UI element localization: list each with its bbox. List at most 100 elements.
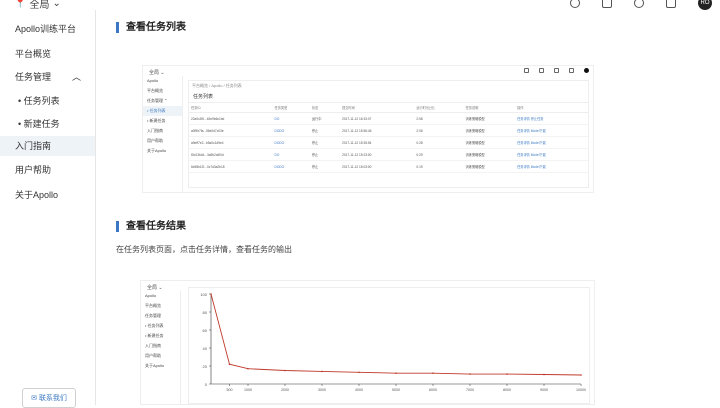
x-tick-label: 1000 xyxy=(244,388,252,392)
mini-table-cell: 2017-11-12 15:56:46 xyxy=(340,124,415,137)
mini-side-item: 用户帮助 xyxy=(147,138,163,143)
mini-table-header: 任务ID xyxy=(189,103,273,113)
chevron-up-icon: ︿ xyxy=(71,72,81,82)
mini-side-item: 关于Apollo xyxy=(147,148,167,153)
sidebar-item-about[interactable]: 关于Apollo xyxy=(0,185,95,205)
data-point xyxy=(358,371,360,374)
mini-toolbar xyxy=(524,68,589,73)
mini-table-cell: 训练策略模型 xyxy=(463,136,516,149)
message-icon[interactable] xyxy=(634,0,644,8)
mini-table-row: 22a0c3f0...b3e9b6c1bd DO 运行中 2017-11-12 16:… xyxy=(189,112,588,125)
mini-table-cell: 0:19 xyxy=(414,160,464,173)
sidebar-item-overview[interactable]: 平台概览 xyxy=(0,44,95,64)
mini-side-item-active: • 任务列表 xyxy=(143,106,182,116)
sidebar-item-new-task[interactable]: • 新建任务 xyxy=(0,114,95,134)
mini-action-link: Model下载 xyxy=(529,141,546,145)
main-content: 查看任务列表 全局 ⌄ Apollo 平台概览 任务管理 ⌃ • 任务列表 • … xyxy=(96,10,720,405)
mini-table-actions: 任务详情 Model下载 xyxy=(515,160,588,173)
mini-side-item: 平台概览 xyxy=(145,303,161,308)
mini-action-link: 任务详情 xyxy=(517,153,530,157)
mini-table-cell: 6e58b1f2...0c7d3a2b18 xyxy=(189,160,273,173)
export-icon[interactable] xyxy=(666,0,676,8)
mini-sidebar: Apollo 平台概览 任务管理 ⌃ • 任务列表 • 新建任务 入门指南 用户… xyxy=(143,76,183,192)
sidebar-title[interactable]: Apollo训练平台 xyxy=(0,19,95,39)
mini-table-actions: 任务详情 停止任务 xyxy=(515,112,588,125)
sidebar-item-task-list[interactable]: • 任务列表 xyxy=(0,91,95,111)
loss-chart-container: 0 20 40 60 80 100 500 1000 2000 3000 4000 5000 6000 7… xyxy=(188,287,590,404)
mini-table-cell: 2017-11-12 15:03:00 xyxy=(340,160,415,173)
mini-message-icon xyxy=(554,68,559,73)
data-point xyxy=(469,373,471,375)
mini-table-cell: f0d13b4d...3a9b2c6f0d xyxy=(189,148,273,161)
mini-task-table: 任务ID 任务类型 状态 提交时间 运行时长(分) 任务说明 操作 22a0c3f0...b… xyxy=(189,103,588,173)
mini-export-icon xyxy=(569,68,574,73)
mini-table-cell: 训练策略模型 xyxy=(463,112,516,125)
mini-action-link: 任务详情 xyxy=(517,117,530,121)
mini-table-cell: DO xyxy=(272,112,310,125)
mini-document-icon xyxy=(539,68,544,73)
x-tick-label: 500 xyxy=(227,388,233,392)
mini-side-item: 用户帮助 xyxy=(145,353,161,358)
x-tick-label: 9000 xyxy=(540,388,548,392)
mini-table-cell: 训练策略模型 xyxy=(463,160,516,173)
mail-icon: ✉ xyxy=(31,395,37,402)
data-point xyxy=(284,369,286,372)
mini-action-link: Model下载 xyxy=(529,165,546,169)
x-tick-label: 2000 xyxy=(281,388,289,392)
mini-action-link: Model下载 xyxy=(529,129,546,133)
mini-table-cell: 运行中 xyxy=(309,112,341,125)
search-icon[interactable] xyxy=(570,0,580,8)
x-tick-label: 4000 xyxy=(355,388,363,392)
mini-region-label: 全局 ⌄ xyxy=(149,70,165,76)
y-tick-label: 20 xyxy=(203,364,208,369)
mini-table-cell: 停止 xyxy=(309,124,341,137)
mini-table-header: 运行时长(分) xyxy=(414,103,464,113)
mini-table-row: a9eff7e2...b5a0c1d9e4 DODO 停止 2017-11-12 15… xyxy=(189,136,588,149)
data-point xyxy=(432,372,434,374)
avatar[interactable]: RO xyxy=(698,0,712,10)
x-tick-label: 5000 xyxy=(392,388,400,392)
y-tick-label: 0 xyxy=(205,382,208,387)
sidebar-item-user-help[interactable]: 用户帮助 xyxy=(0,160,95,180)
mini-side-item: 入门指南 xyxy=(147,128,163,133)
data-point xyxy=(321,370,323,373)
mini-table-header: 任务说明 xyxy=(463,103,516,113)
data-point xyxy=(228,363,231,365)
mini-table-actions: 任务详情 Model下载 xyxy=(515,124,588,137)
mini-action-link: 任务详情 xyxy=(517,129,530,133)
mini-sidebar: Apollo 平台概览 任务管理 • 任务列表 • 新建任务 入门指南 用户帮助… xyxy=(141,291,181,404)
sidebar-item-task-management[interactable]: 任务管理 ︿ xyxy=(0,67,95,87)
mini-table-row: a0f9b7fa...56e0d7c03e DODO 停止 2017-11-12 15… xyxy=(189,124,588,137)
mini-action-link: 任务详情 xyxy=(517,165,530,169)
mini-table-row: f0d13b4d...3a9b2c6f0d DO 停止 2017-11-12 15:2… xyxy=(189,148,588,161)
location-pin-icon: 📍 xyxy=(14,0,27,9)
mini-table-actions: 任务详情 Model下载 xyxy=(515,148,588,161)
mini-table-cell: DO xyxy=(272,148,310,161)
mini-table-cell: 2017-11-12 15:35:54 xyxy=(340,136,415,149)
mini-table-cell: DODO xyxy=(272,124,310,137)
sidebar-item-label: 任务管理 xyxy=(15,72,52,82)
contact-label: 联系我们 xyxy=(38,395,67,402)
document-icon[interactable] xyxy=(602,0,612,8)
mini-card-title: 任务列表 xyxy=(189,91,588,103)
mini-avatar xyxy=(584,68,589,73)
mini-table-cell: 2017-11-12 16:33:07 xyxy=(340,112,415,125)
mini-action-link: Model下载 xyxy=(529,153,546,157)
x-tick-label: 10000 xyxy=(576,388,586,392)
mini-side-item: Apollo xyxy=(147,78,159,83)
data-point xyxy=(580,374,582,376)
mini-table-header: 任务类型 xyxy=(272,103,310,113)
y-tick-label: 60 xyxy=(203,328,208,333)
task-result-screenshot: 全局 ⌄ Apollo 平台概览 任务管理 • 任务列表 • 新建任务 入门指南… xyxy=(140,280,595,405)
mini-action-link: 停止任务 xyxy=(529,117,544,121)
mini-table-cell: DODO xyxy=(272,136,310,149)
section-text: 在任务列表页面，点击任务详情，查看任务的输出 xyxy=(116,245,292,254)
sidebar-item-getting-started[interactable]: 入门指南 xyxy=(0,136,95,156)
mini-table-header: 状态 xyxy=(309,103,341,113)
y-tick-label: 100 xyxy=(200,292,207,297)
contact-button[interactable]: ✉ 联系我们 xyxy=(22,388,76,408)
x-tick-label: 3000 xyxy=(318,388,326,392)
task-list-screenshot: 全局 ⌄ Apollo 平台概览 任务管理 ⌃ • 任务列表 • 新建任务 入门… xyxy=(142,65,594,193)
top-bar: 📍 全局 ⌄ RO xyxy=(0,0,720,11)
series-line xyxy=(210,293,582,376)
